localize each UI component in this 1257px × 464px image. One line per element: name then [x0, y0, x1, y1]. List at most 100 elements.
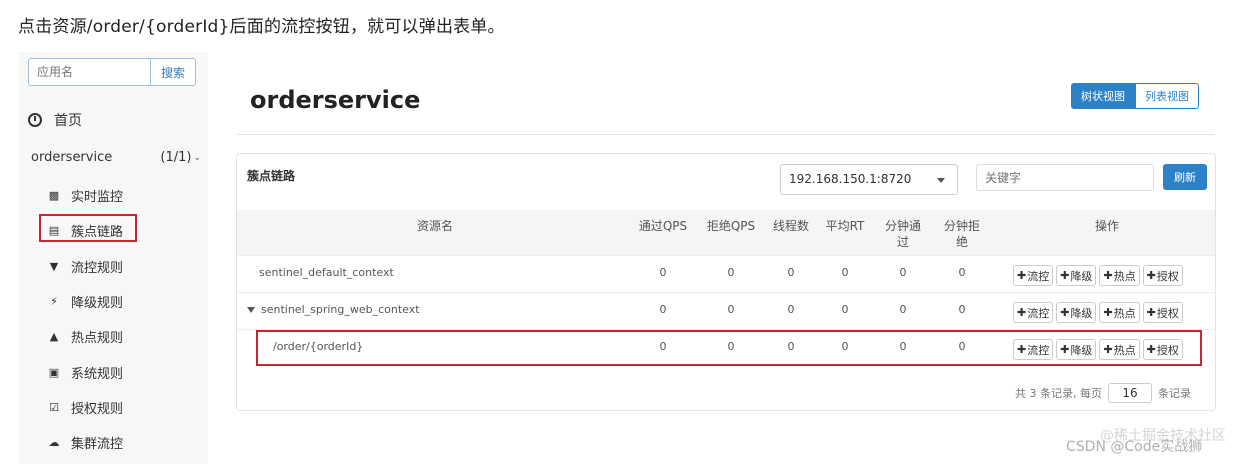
view-toggle: 树状视图 列表视图 [1071, 83, 1199, 109]
col-resource-name: 资源名 [416, 219, 453, 233]
table-header: 资源名 通过QPS 拒绝QPS 线程数 平均RT 分钟通 过 分钟拒 绝 操作 [237, 210, 1215, 255]
col-minute-block-line1: 分钟拒 [943, 219, 980, 233]
degrade-button[interactable]: ✚ 降级 [1056, 302, 1097, 323]
app-search: 搜索 [28, 58, 196, 86]
keyword-input[interactable] [976, 164, 1154, 191]
table-row: sentinel_default_context 0 0 0 0 0 0 ✚ 流控… [237, 255, 1215, 292]
menu-item-label: 实时监控 [71, 189, 124, 205]
menu-item-label: 降级规则 [71, 295, 124, 311]
resource-name: sentinel_spring_web_context [261, 303, 420, 316]
divider [236, 134, 1214, 135]
minute-block-value: 0 [958, 303, 966, 316]
pager-prefix: 共 3 条记录, 每页 [1015, 387, 1102, 400]
hot-label: 热点 [1113, 269, 1136, 283]
col-minute-block: 分钟拒 绝 [940, 218, 984, 250]
block-qps-value: 0 [727, 303, 735, 316]
plus-icon: ✚ [1103, 269, 1113, 282]
caret-down-icon [937, 178, 945, 183]
plus-icon: ✚ [1060, 306, 1070, 319]
row-ops: ✚ 流控 ✚ 降级 ✚ 热点 ✚ 授权 [1013, 265, 1183, 286]
degrade-button[interactable]: ✚ 降级 [1056, 265, 1097, 286]
menu-item-auth-rules[interactable]: ☑ 授权规则 [46, 397, 123, 417]
sidebar: 搜索 首页 orderservice (1/1)⌄ ▩ 实时监控 ▤ 簇点链路 … [18, 52, 208, 464]
col-minute-pass-line1: 分钟通 [884, 219, 921, 233]
menu-item-label: 系统规则 [71, 366, 124, 382]
pager-suffix: 条记录 [1158, 387, 1191, 400]
menu-item-label: 流控规则 [71, 260, 124, 276]
plus-icon: ✚ [1017, 306, 1027, 319]
avg-rt-value: 0 [841, 303, 849, 316]
app-entry[interactable]: orderservice (1/1) ⌄ [31, 150, 201, 165]
col-minute-block-line2: 绝 [955, 235, 968, 249]
row-ops: ✚ 流控 ✚ 降级 ✚ 热点 ✚ 授权 [1013, 302, 1183, 323]
resource-name-tree: sentinel_spring_web_context [247, 303, 420, 316]
hot-button[interactable]: ✚ 热点 [1099, 265, 1140, 286]
page-title: orderservice [250, 86, 421, 114]
cloud-icon: ☁ [48, 435, 60, 449]
menu-item-hot-rules[interactable]: ▲ 热点规则 [46, 326, 123, 346]
col-minute-pass: 分钟通 过 [881, 218, 925, 250]
col-threads: 线程数 [772, 219, 809, 233]
flow-button[interactable]: ✚ 流控 [1013, 302, 1054, 323]
menu-item-realtime[interactable]: ▩ 实时监控 [46, 185, 123, 205]
threads-value: 0 [787, 303, 795, 316]
nav-home-label: 首页 [54, 113, 82, 129]
degrade-label: 降级 [1070, 269, 1093, 283]
menu-item-cluster-flow[interactable]: ☁ 集群流控 [46, 432, 124, 452]
menu-item-label: 热点规则 [71, 330, 124, 346]
menu-item-flow-rules[interactable]: ▼ 流控规则 [46, 256, 123, 276]
bolt-icon: ⚡ [50, 294, 58, 308]
machine-value: 192.168.150.1:8720 [789, 172, 912, 186]
refresh-button[interactable]: 刷新 [1163, 164, 1207, 190]
hot-button[interactable]: ✚ 热点 [1099, 302, 1140, 323]
menu-item-degrade-rules[interactable]: ⚡ 降级规则 [46, 291, 123, 311]
table-row: sentinel_spring_web_context 0 0 0 0 0 0 … [237, 292, 1215, 329]
hot-label: 热点 [1113, 306, 1136, 320]
plus-icon: ✚ [1146, 269, 1156, 282]
filter-icon: ▼ [49, 259, 59, 273]
auth-label: 授权 [1156, 269, 1179, 283]
col-pass-qps: 通过QPS [638, 219, 688, 233]
col-block-qps: 拒绝QPS [706, 219, 756, 233]
flow-label: 流控 [1027, 269, 1050, 283]
resource-panel: 簇点链路 192.168.150.1:8720 刷新 资源名 通过QPS 拒绝Q… [236, 153, 1216, 411]
app-count: (1/1) [160, 150, 192, 165]
block-qps-value: 0 [727, 266, 735, 279]
page-size-input[interactable] [1108, 383, 1152, 403]
auth-label: 授权 [1156, 306, 1179, 320]
resource-name: sentinel_default_context [259, 266, 394, 279]
minute-pass-value: 0 [899, 303, 907, 316]
tree-view-button[interactable]: 树状视图 [1071, 83, 1135, 109]
flow-button[interactable]: ✚ 流控 [1013, 265, 1054, 286]
fire-icon: ▲ [49, 329, 59, 343]
menu-item-system-rules[interactable]: ▣ 系统规则 [46, 362, 123, 382]
col-ops: 操作 [1094, 219, 1119, 233]
watermark-csdn: CSDN @Code实战狮 [1066, 439, 1203, 455]
pass-qps-value: 0 [659, 266, 667, 279]
avg-rt-value: 0 [841, 266, 849, 279]
nav-home[interactable]: 首页 [28, 110, 82, 130]
highlight-box-menu [39, 214, 137, 242]
col-minute-pass-line2: 过 [896, 235, 909, 249]
plus-icon: ✚ [1146, 306, 1156, 319]
menu-item-label: 授权规则 [71, 401, 124, 417]
lock-icon: ▣ [48, 365, 60, 379]
auth-button[interactable]: ✚ 授权 [1142, 265, 1183, 286]
triangle-down-icon[interactable] [247, 307, 255, 313]
pass-qps-value: 0 [659, 303, 667, 316]
panel-title: 簇点链路 [247, 169, 296, 183]
auth-button[interactable]: ✚ 授权 [1142, 302, 1183, 323]
list-view-button[interactable]: 列表视图 [1135, 83, 1199, 109]
intro-text: 点击资源/order/{orderId}后面的流控按钮，就可以弹出表单。 [18, 17, 505, 37]
machine-select[interactable]: 192.168.150.1:8720 [780, 164, 958, 195]
app-search-button[interactable]: 搜索 [150, 58, 196, 86]
flow-label: 流控 [1027, 306, 1050, 320]
bar-chart-icon: ▩ [48, 188, 60, 202]
check-square-icon: ☑ [49, 400, 59, 414]
col-avg-rt: 平均RT [825, 219, 865, 233]
menu-item-label: 集群流控 [71, 436, 124, 452]
dashboard-icon [28, 113, 42, 127]
app-name: orderservice [31, 150, 113, 165]
app-search-input[interactable] [28, 58, 150, 86]
plus-icon: ✚ [1060, 269, 1070, 282]
